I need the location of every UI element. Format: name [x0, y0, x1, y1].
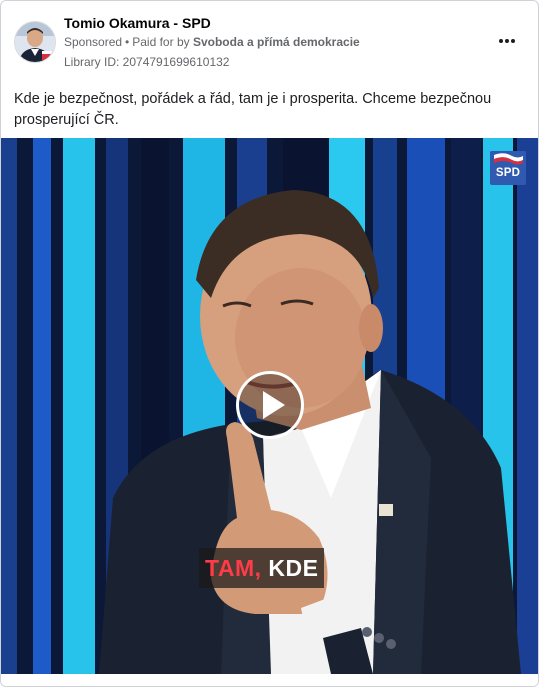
page-avatar[interactable]	[14, 21, 56, 63]
caption-text: KDE	[268, 555, 319, 581]
spd-logo-text: SPD	[495, 167, 521, 179]
sponsored-meta: Sponsored • Paid for by Svoboda a přímá de…	[64, 35, 360, 49]
play-button[interactable]	[236, 371, 304, 439]
video-caption: TAM, KDE	[199, 548, 325, 588]
post-text: Kde je bezpečnost, pořádek a řád, tam je…	[14, 91, 492, 128]
meta-separator: •	[125, 35, 130, 49]
paid-for-prefix: Paid for by	[132, 35, 190, 49]
video-player[interactable]: SPD TAM, KDE	[1, 138, 538, 674]
caption-highlight: TAM,	[205, 555, 262, 581]
funder-name[interactable]: Svoboda a přímá demokracie	[193, 35, 360, 49]
ad-card: Tomio Okamura - SPD Sponsored • Paid for b…	[0, 0, 539, 687]
more-horizontal-icon	[499, 39, 515, 43]
more-options-button[interactable]	[493, 29, 521, 53]
card-footer	[1, 674, 538, 686]
flag-icon	[490, 151, 526, 167]
spd-logo-badge: SPD	[490, 151, 526, 185]
play-icon	[263, 391, 285, 419]
library-id: Library ID: 2074791699610132	[64, 55, 230, 69]
sponsored-label: Sponsored	[64, 35, 123, 49]
page-name[interactable]: Tomio Okamura - SPD	[64, 15, 211, 31]
post-header: Tomio Okamura - SPD Sponsored • Paid for b…	[1, 1, 538, 81]
